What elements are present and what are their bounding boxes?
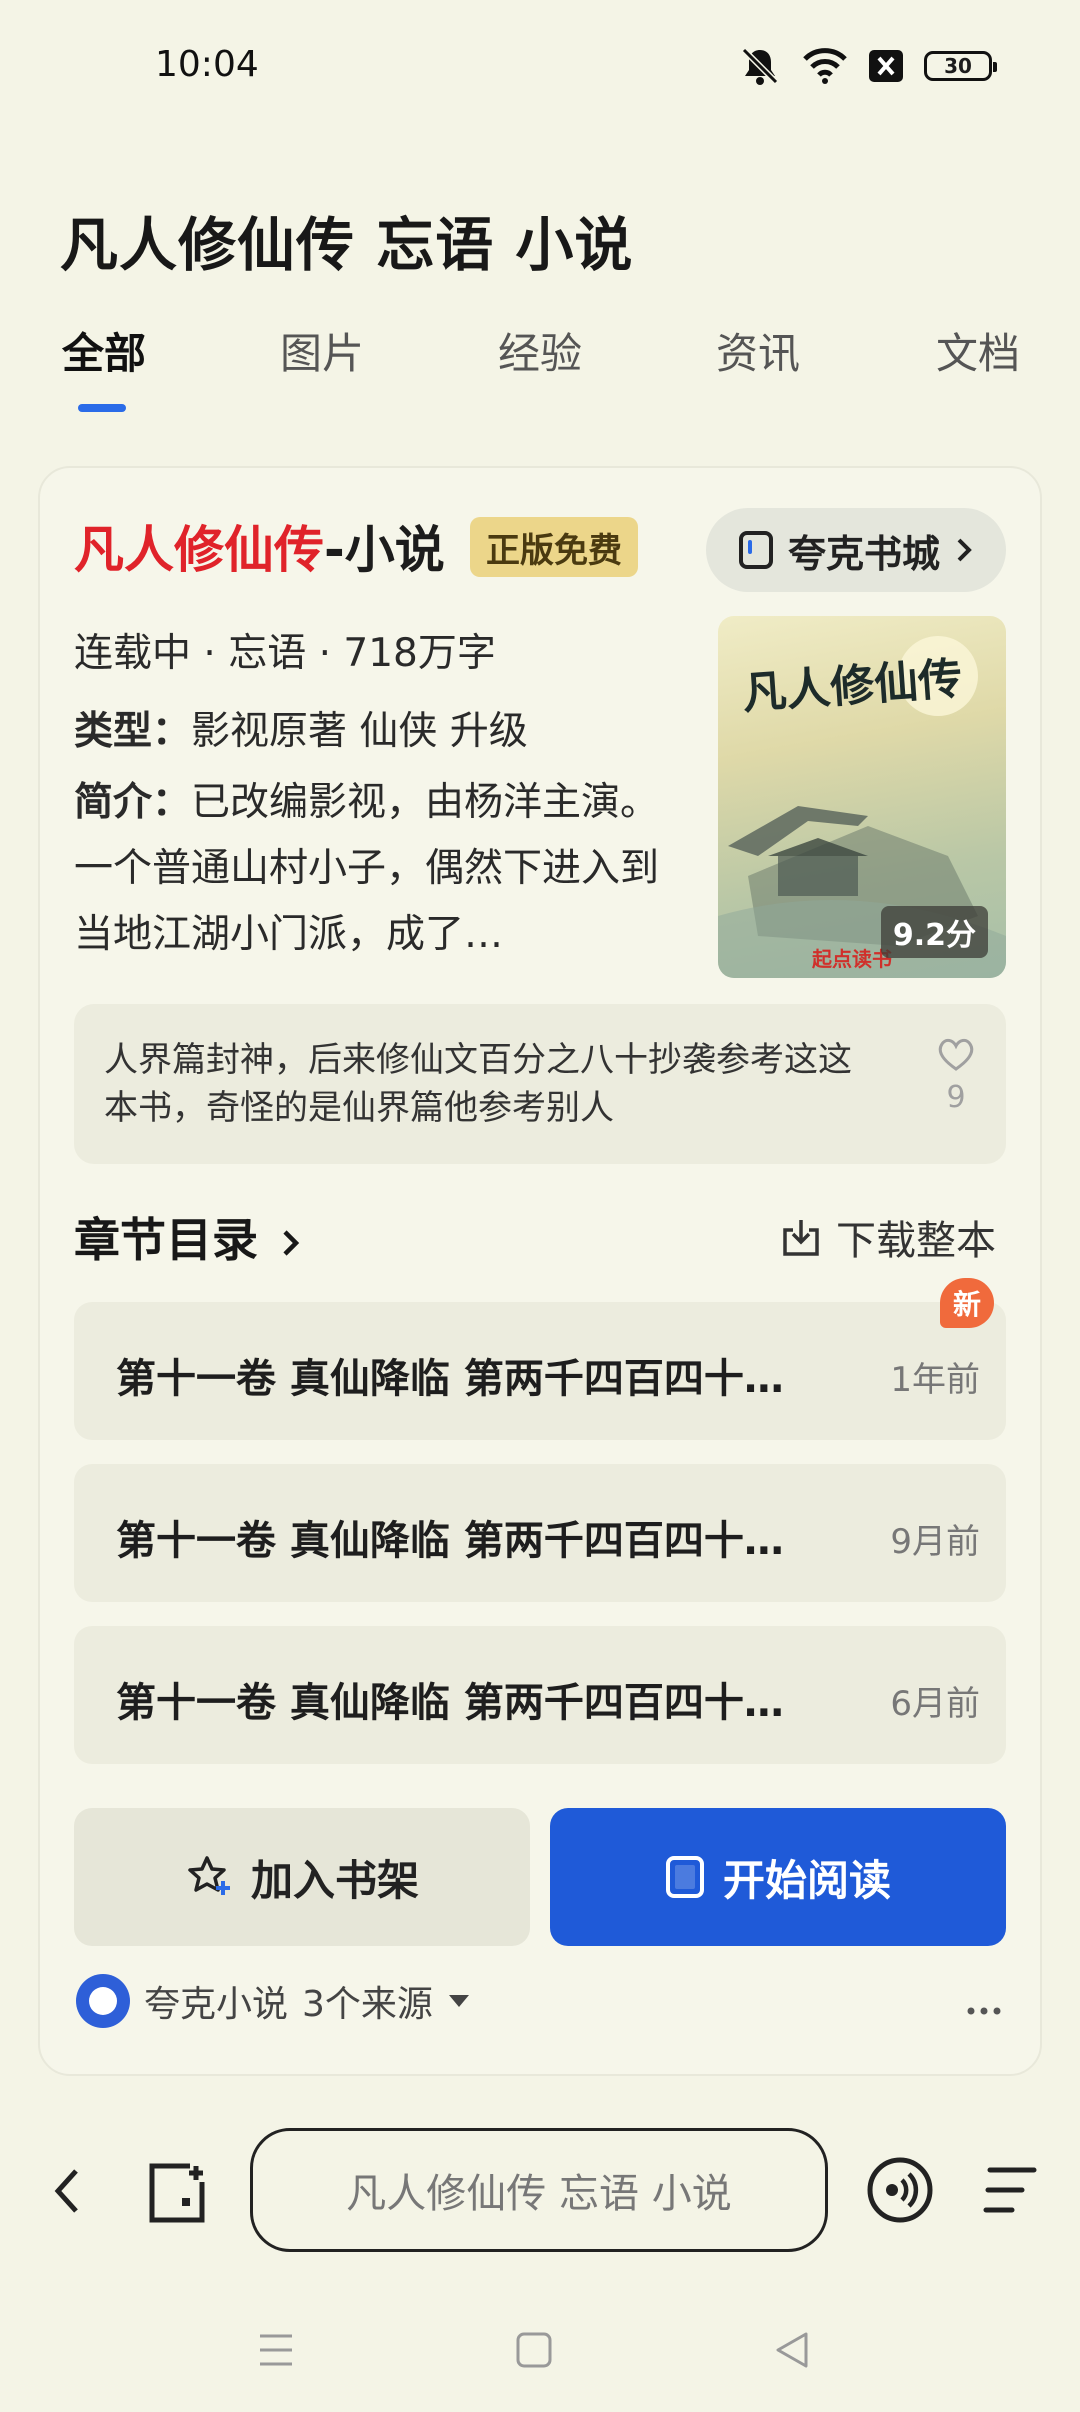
tab-news[interactable]: 资讯	[716, 320, 800, 381]
status-time: 10:04	[155, 44, 259, 85]
system-back-icon[interactable]	[772, 2330, 812, 2370]
source-selector[interactable]: 夸克小说 3个来源	[76, 1974, 471, 2028]
chapter-time: 6月前	[890, 1684, 980, 1724]
chapter-item[interactable]: 第十一卷 真仙降临 第两千四百四十… 9月前	[74, 1464, 1006, 1602]
book-type: 类型：影视原著 仙侠 升级	[74, 700, 528, 756]
tab-experience[interactable]: 经验	[498, 320, 582, 381]
book-title[interactable]: 凡人修仙传-小说	[74, 510, 445, 582]
download-all-button[interactable]: 下载整本	[780, 1208, 996, 1266]
chapter-header-label: 章节目录	[74, 1213, 258, 1267]
sim-off-icon	[869, 50, 903, 82]
source-count: 3个来源	[302, 1984, 433, 2025]
like-button[interactable]: 9	[932, 1036, 980, 1115]
status-icons: 30	[738, 46, 997, 86]
more-options-button[interactable]	[966, 1984, 1002, 2025]
chapter-title: 第十一卷 真仙降临 第两千四百四十…	[116, 1680, 784, 1726]
chapter-title: 第十一卷 真仙降临 第两千四百四十…	[116, 1518, 784, 1564]
tab-images[interactable]: 图片	[280, 320, 364, 381]
wifi-icon	[803, 48, 847, 84]
book-title-suffix: -小说	[324, 521, 445, 579]
free-badge: 正版免费	[470, 517, 638, 577]
recent-apps-icon[interactable]	[256, 2330, 296, 2370]
download-label: 下载整本	[836, 1218, 996, 1264]
chapter-list-header[interactable]: 章节目录	[74, 1204, 302, 1270]
like-count: 9	[946, 1080, 966, 1115]
menu-icon[interactable]	[982, 2164, 1038, 2216]
search-bar[interactable]: 凡人修仙传 忘语 小说	[250, 2128, 828, 2252]
back-icon[interactable]	[50, 2166, 86, 2216]
mute-bell-icon	[741, 47, 779, 85]
download-icon	[783, 1220, 819, 1256]
battery-indicator: 30	[924, 51, 997, 81]
tabs-icon[interactable]	[146, 2162, 208, 2224]
chapter-title: 第十一卷 真仙降临 第两千四百四十…	[116, 1356, 784, 1402]
star-add-icon	[188, 1856, 230, 1895]
chapter-item[interactable]: 第十一卷 真仙降临 第两千四百四十… 1年前	[74, 1302, 1006, 1440]
source-name: 夸克小说	[144, 1984, 289, 2025]
book-score: 9.2分	[880, 906, 988, 958]
chapter-time: 9月前	[890, 1522, 980, 1562]
more-dots-icon	[967, 2007, 1001, 2015]
book-title-main: 凡人修仙传	[74, 521, 324, 579]
quark-logo-icon	[76, 1974, 130, 2028]
chapter-time: 1年前	[890, 1360, 980, 1400]
summary-label: 简介：	[74, 780, 192, 825]
quark-bookstore-button[interactable]: 夸克书城	[706, 508, 1006, 592]
type-value: 影视原著 仙侠 升级	[191, 709, 528, 754]
battery-level: 30	[944, 54, 972, 78]
tab-documents[interactable]: 文档	[936, 320, 1020, 381]
type-label: 类型：	[74, 709, 192, 754]
start-reading-button[interactable]: 开始阅读	[550, 1808, 1006, 1946]
new-badge: 新	[940, 1278, 994, 1328]
book-icon	[665, 1856, 704, 1898]
chevron-right-icon	[283, 1230, 300, 1256]
chapter-item[interactable]: 第十一卷 真仙降临 第两千四百四十… 6月前	[74, 1626, 1006, 1764]
tab-bar: 全部 图片 经验 资讯 文档	[0, 320, 1080, 400]
tab-all[interactable]: 全部	[62, 320, 146, 381]
search-bar-text: 凡人修仙传 忘语 小说	[346, 2171, 732, 2217]
home-icon[interactable]	[514, 2330, 554, 2370]
heart-icon	[938, 1038, 974, 1071]
add-to-shelf-button[interactable]: 加入书架	[74, 1808, 530, 1946]
chevron-right-icon	[957, 538, 972, 562]
page-title: 凡人修仙传 忘语 小说	[60, 211, 634, 279]
add-shelf-label: 加入书架	[250, 1855, 419, 1905]
start-reading-label: 开始阅读	[722, 1855, 891, 1905]
book-summary[interactable]: 简介：已改编影视，由杨洋主演。一个普通山村小子，偶然下进入到当地江湖小门派，成了…	[74, 770, 674, 968]
caret-down-icon	[448, 1995, 469, 2007]
voice-listen-icon[interactable]	[866, 2156, 934, 2224]
book-icon	[738, 531, 773, 569]
book-cover[interactable]: 凡人修仙传 起点读书 9.2分	[718, 616, 1006, 978]
book-meta: 连载中 · 忘语 · 718万字	[74, 631, 496, 676]
store-button-label: 夸克书城	[787, 531, 940, 576]
comment-text: 人界篇封神，后来修仙文百分之八十抄袭参考这这本书，奇怪的是仙界篇他参考别人	[104, 1040, 852, 1128]
active-tab-indicator	[78, 404, 126, 412]
system-navigation-bar	[0, 2300, 1080, 2412]
